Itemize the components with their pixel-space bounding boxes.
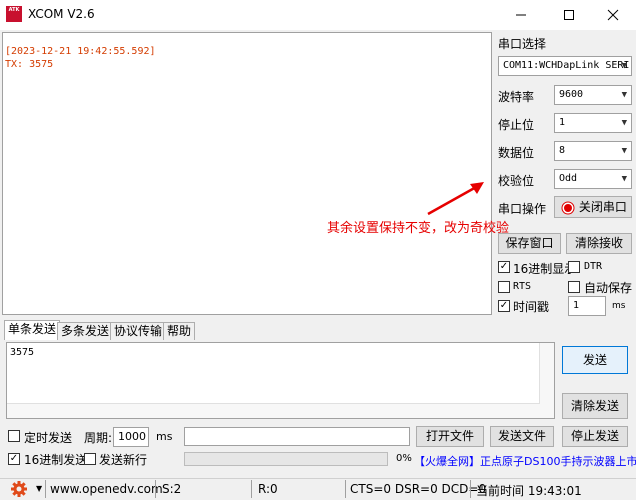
- rts-checkbox[interactable]: [498, 281, 510, 293]
- save-window-button[interactable]: 保存窗口: [498, 233, 561, 254]
- clear-send-button[interactable]: 清除发送: [562, 393, 628, 419]
- hex-send-checkbox[interactable]: ✓: [8, 453, 20, 465]
- auto-save-label: 自动保存: [584, 281, 633, 295]
- chevron-down-icon: ▼: [621, 61, 627, 71]
- port-select-label: 串口选择: [498, 37, 547, 51]
- status-separator: [345, 480, 346, 498]
- modem-signals: CTS=0 DSR=0 DCD=0: [350, 482, 487, 496]
- tab-multi-send[interactable]: 多条发送: [57, 322, 114, 340]
- port-select[interactable]: COM11:WCHDapLink SERI ▼: [498, 56, 632, 76]
- receive-area[interactable]: [2023-12-21 19:42:55.592] TX: 3575: [2, 32, 492, 315]
- hex-send-label: 16进制发送: [24, 453, 88, 467]
- period-unit: ms: [156, 430, 173, 443]
- data-bits-label: 数据位: [498, 146, 535, 160]
- send-file-button[interactable]: 发送文件: [490, 426, 554, 447]
- send-vscroll[interactable]: [539, 343, 554, 418]
- close-button[interactable]: [590, 0, 636, 30]
- baud-select[interactable]: 9600 ▼: [554, 85, 632, 105]
- app-logo-icon: ATK: [6, 6, 22, 22]
- stop-send-button[interactable]: 停止发送: [562, 426, 628, 447]
- data-bits-value: 8: [559, 145, 566, 156]
- timed-send-checkbox[interactable]: [8, 430, 20, 442]
- maximize-icon: [564, 10, 574, 20]
- send-progress-bar: [184, 452, 388, 466]
- parity-label: 校验位: [498, 174, 535, 188]
- send-content: 3575: [10, 347, 35, 358]
- stop-bits-select[interactable]: 1 ▼: [554, 113, 632, 133]
- chevron-down-icon: ▼: [621, 118, 627, 128]
- status-separator: [470, 480, 471, 498]
- baud-value: 9600: [559, 89, 584, 100]
- parity-value: Odd: [559, 173, 578, 184]
- period-label: 周期:: [84, 431, 113, 445]
- timestamp-checkbox[interactable]: ✓: [498, 300, 510, 312]
- chevron-down-icon: ▼: [621, 90, 627, 100]
- timestamp-label: 时间戳: [513, 300, 550, 314]
- chevron-down-icon[interactable]: ▼: [36, 484, 42, 493]
- rts-label: RTS: [513, 281, 532, 292]
- status-separator: [251, 480, 252, 498]
- close-port-label: 关闭串口: [578, 200, 627, 214]
- file-path-field[interactable]: [184, 427, 410, 446]
- period-input[interactable]: 1000: [113, 427, 149, 447]
- dtr-checkbox[interactable]: [568, 261, 580, 273]
- received-count: R:0: [258, 482, 278, 496]
- chevron-down-icon: ▼: [621, 174, 627, 184]
- serial-op-label: 串口操作: [498, 202, 547, 216]
- chevron-down-icon: ▼: [621, 146, 627, 156]
- open-file-button[interactable]: 打开文件: [416, 426, 484, 447]
- auto-save-checkbox[interactable]: [568, 281, 580, 293]
- status-separator: [45, 480, 46, 498]
- stop-bits-value: 1: [559, 117, 566, 128]
- sent-count: S:2: [162, 482, 182, 496]
- data-bits-select[interactable]: 8 ▼: [554, 141, 632, 161]
- ad-link[interactable]: 【火爆全网】正点原子DS100手持示波器上市: [414, 453, 636, 469]
- port-select-value: COM11:WCHDapLink SERI: [503, 60, 630, 71]
- minimize-icon: [516, 14, 526, 16]
- send-hscroll[interactable]: [7, 403, 540, 418]
- close-port-button[interactable]: 关闭串口: [554, 196, 632, 218]
- dtr-label: DTR: [584, 261, 603, 272]
- receive-line: [2023-12-21 19:42:55.592]: [5, 46, 156, 57]
- maximize-button[interactable]: [546, 0, 592, 30]
- send-newline-checkbox[interactable]: [84, 453, 96, 465]
- receive-line: TX: 3575: [5, 59, 54, 70]
- tab-help[interactable]: 帮助: [163, 322, 196, 340]
- annotation-arrow: [427, 182, 484, 216]
- hex-display-label: 16进制显示: [513, 262, 577, 276]
- progress-percent: 0%: [396, 453, 412, 464]
- timed-send-label: 定时发送: [24, 431, 73, 445]
- tab-protocol[interactable]: 协议传输: [110, 322, 167, 340]
- baud-label: 波特率: [498, 90, 535, 104]
- status-separator: [155, 480, 156, 498]
- tab-single-send[interactable]: 单条发送: [4, 320, 61, 340]
- stop-bits-label: 停止位: [498, 118, 535, 132]
- timestamp-input[interactable]: 1: [568, 296, 606, 316]
- annotation-text: 其余设置保持不变，改为奇校验: [327, 221, 510, 236]
- current-time: 当前时间 19:43:01: [476, 484, 582, 498]
- close-icon: [607, 9, 619, 21]
- send-button[interactable]: 发送: [562, 346, 628, 374]
- window-title: XCOM V2.6: [28, 7, 95, 21]
- send-input[interactable]: 3575: [6, 342, 555, 419]
- timestamp-unit: ms: [612, 301, 626, 311]
- website-link[interactable]: www.openedv.com: [50, 482, 163, 496]
- parity-select[interactable]: Odd ▼: [554, 169, 632, 189]
- status-led-icon: [561, 201, 575, 214]
- clear-receive-button[interactable]: 清除接收: [566, 233, 632, 254]
- hex-display-checkbox[interactable]: ✓: [498, 261, 510, 273]
- minimize-button[interactable]: [498, 0, 544, 30]
- send-newline-label: 发送新行: [99, 453, 148, 467]
- gear-icon[interactable]: [10, 480, 28, 498]
